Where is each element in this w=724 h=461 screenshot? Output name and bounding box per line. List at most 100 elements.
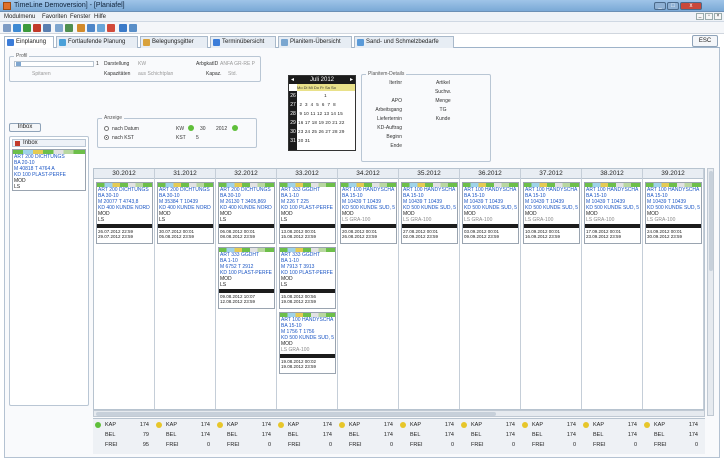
stat-bel-value: 174 [505,432,515,438]
plan-card[interactable]: ART 100 HANDYSCHA BA 15-10 M 10439 T 10439… [462,182,519,244]
inbox-card[interactable]: ART 200 DICHTUNGS BA 20-10 M 40818 T 476… [12,149,86,191]
info-icon[interactable] [119,24,127,32]
delete-icon[interactable] [33,24,41,32]
capacity-status-icon [461,422,467,428]
export-icon[interactable] [87,24,95,32]
profil-group: Profil 1 Darstellung KW Spitaren Kapazit… [9,53,261,82]
tab-sand-schmelzbedarfe[interactable]: Sand- und Schmelzbedarfe [354,36,454,48]
calendar-row[interactable]: 30 31 [298,138,356,143]
week-number[interactable]: 31 [289,138,297,144]
profil-select[interactable] [14,61,94,67]
week-number[interactable]: 27 [289,102,297,108]
scroll-thumb[interactable] [96,412,496,416]
mdi-close-icon[interactable]: × [714,13,722,20]
card-ls: LS GRA-100 [464,217,493,223]
tab-planitem-uebersicht[interactable]: Planitem-Übersicht [278,36,352,48]
kst-value[interactable]: 5 [196,135,199,141]
kapazitaeten-value[interactable]: aus Schichtplan [138,71,173,77]
esc-button[interactable]: ESC [692,35,718,47]
close-button[interactable]: x [680,2,702,10]
plan-card[interactable]: ART 100 HANDYSCHA BA 15-10 M 10439 T 10439… [645,182,702,244]
card-date: 15.08.2012 23:59 [281,234,317,239]
window-title: TimeLine Demoversion] - [Planiafel] [14,2,125,9]
plan-card[interactable]: ART 200 DICHTUNGS BA 30-10 M 26130 T 3405,… [218,182,275,244]
week-number[interactable]: 29 [289,120,297,126]
horizontal-scrollbar[interactable] [93,410,705,417]
inbox-button[interactable]: Inbox [9,123,41,132]
nav-back-icon[interactable] [55,24,63,32]
year-value[interactable]: 2012 [216,126,227,132]
maximize-button[interactable]: □ [667,2,679,10]
print-icon[interactable] [77,24,85,32]
arbgkatid-value[interactable]: ANFA GR-RE P [220,61,255,67]
week-header: 32.2012 [216,169,276,179]
plan-card[interactable]: ART 333 GGDHT BA 1-10 M 226 T 225 KD 100 PL… [279,182,336,244]
capacity-status-icon [278,422,284,428]
week-number[interactable]: 30 [289,129,297,135]
add-icon[interactable] [23,24,31,32]
menu-modulmenu[interactable]: Modulmenu [4,14,35,20]
darstellung-value[interactable]: KW [138,61,146,67]
kapaz-value[interactable]: Std. [228,71,237,77]
plan-card[interactable]: ART 200 DICHTUNGS BA 30-10 M 35384 T 10439… [157,182,214,244]
week-number[interactable]: 26 [289,93,297,99]
new-icon[interactable] [3,24,11,32]
calendar-row[interactable]: 16 17 18 19 20 21 22 [298,120,356,125]
plan-card[interactable]: ART 100 HANDYSCHA BA 15-10 M 10439 T 10439… [401,182,458,244]
menu-favoriten[interactable]: Favoriten [42,14,67,20]
stop-icon[interactable] [107,24,115,32]
plan-card[interactable]: ART 100 HANDYSCHA BA 15-10 M 10439 T 10439… [523,182,580,244]
inbox-tab[interactable]: Inbox [12,139,86,147]
calendar-row[interactable]: 9 10 11 12 13 14 15 [298,111,356,116]
stat-kap-value: 174 [566,422,576,428]
card-progress-bar [341,224,396,228]
stat-bel-value: 174 [444,432,454,438]
mdi-restore-icon[interactable]: ▫ [705,13,713,20]
window-icon[interactable] [129,24,137,32]
nach-kst-radio[interactable] [104,135,109,140]
tab-terminuebersicht[interactable]: Terminübersicht [210,36,276,48]
scroll-thumb[interactable] [709,171,713,271]
plan-card[interactable]: ART 333 GGDHT BA 1-10 M 6752 T 2912 KD 100 … [218,247,275,309]
calendar-row[interactable]: 2 3 4 5 6 7 8 [298,102,356,107]
app-icon [3,2,11,10]
date-picker[interactable]: ◂ Juli 2012 ▸ Mo Di Mi Do Fr Sa So 26 27… [288,75,356,151]
prev-month-icon[interactable]: ◂ [291,76,294,84]
stat-kap-label: KAP [654,422,666,428]
mdi-minimize-icon[interactable]: _ [696,13,704,20]
nach-datum-radio[interactable] [104,126,109,131]
card-date: 29.07.2012 23:59 [98,234,134,239]
week-number[interactable]: 28 [289,111,297,117]
menu-hilfe[interactable]: Hilfe [94,14,106,20]
calendar-row[interactable]: 1 [298,93,356,98]
tool-icon[interactable] [43,24,51,32]
filter-icon[interactable] [97,24,105,32]
plan-card[interactable]: ART 200 DICHTUNGS BA 30-10 M 20077 T 4743,… [96,182,153,244]
card-date: 19.08.2012 23:59 [281,299,317,304]
plan-card[interactable]: ART 100 HANDYSCHA BA 15-10 M 1756 T 1756 KD… [279,312,336,374]
toolbar [0,22,724,34]
card-progress-bar [585,224,640,228]
planitem-label: Beginn [386,134,402,140]
planitem-legend: Planitem-Details [366,71,407,77]
stat-frei-label: FREI [471,442,484,448]
vertical-scrollbar[interactable] [707,168,714,416]
calendar-row[interactable]: 23 24 25 26 27 28 29 [298,129,356,134]
plan-card[interactable]: ART 333 GGDHT BA 1-10 M 7913 T 3913 KD 100 … [279,247,336,309]
plan-card[interactable]: ART 100 HANDYSCHA BA 15-10 M 10439 T 10439… [340,182,397,244]
menu-fenster[interactable]: Fenster [70,14,90,20]
kapazitaeten-label: Kapazitäten [104,71,131,77]
stat-kap-label: KAP [288,422,300,428]
card-progress-bar [463,224,518,228]
nav-forward-icon[interactable] [65,24,73,32]
profil-legend: Profil [14,53,30,59]
refresh-icon[interactable] [13,24,21,32]
next-month-icon[interactable]: ▸ [350,76,353,84]
kw-value[interactable]: 30 [200,126,206,132]
card-date: 19.08.2012 23:59 [281,364,317,369]
tab-fortlaufende-planung[interactable]: Fortlaufende Planung [56,36,138,48]
minimize-button[interactable]: _ [654,2,666,10]
plan-card[interactable]: ART 100 HANDYSCHA BA 15-10 M 10439 T 10439… [584,182,641,244]
planitem-label: Menge [435,98,451,104]
tab-belegungsgitter[interactable]: Belegungsgitter [140,36,208,48]
